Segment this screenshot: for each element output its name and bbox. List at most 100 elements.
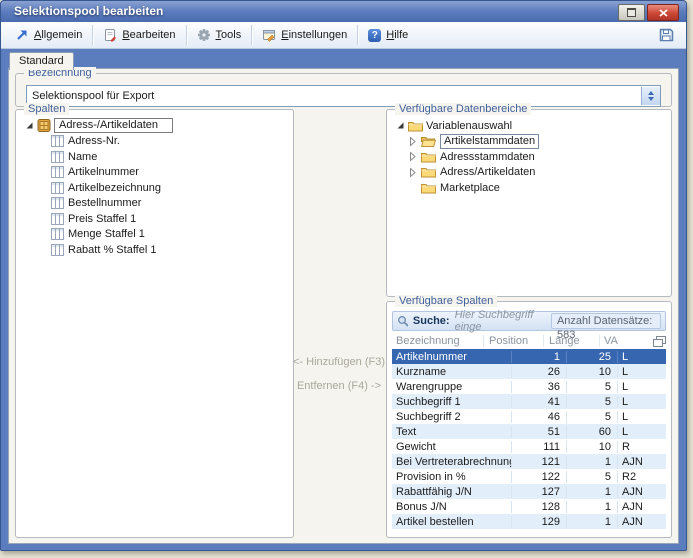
table-row[interactable]: Bonus J/N1281AJN — [392, 499, 666, 514]
transfer-controls: <- Hinzufügen (F3) Entfernen (F4) -> — [292, 356, 386, 392]
folder-open-icon — [421, 135, 436, 147]
menu-label: Hilfe — [386, 29, 408, 41]
table-row[interactable]: Suchbegriff 1415L — [392, 394, 666, 409]
add-button[interactable]: <- Hinzufügen (F3) — [292, 356, 386, 368]
cell-va: L — [618, 426, 666, 438]
tree-item[interactable]: Adress/Artikeldaten — [389, 165, 669, 181]
tree-item[interactable]: Artikelnummer — [18, 165, 291, 181]
menu-einstellungen[interactable]: Einstellungen — [253, 24, 356, 46]
save-button[interactable] — [652, 27, 681, 43]
arrow-up-right-icon — [15, 28, 29, 42]
edit-icon — [103, 28, 117, 42]
table-row[interactable]: Bei Vertreterabrechnung berücksichtige12… — [392, 454, 666, 469]
settings-icon — [262, 28, 276, 42]
cell-laenge: 25 — [567, 351, 618, 363]
cell-bezeichnung: Bei Vertreterabrechnung berücksichtige — [392, 456, 512, 468]
tree-root-label[interactable]: Variablenauswahl — [426, 120, 512, 132]
tree-root-node[interactable]: Variablenauswahl — [389, 118, 669, 134]
combobox-dropdown-button[interactable] — [641, 87, 660, 105]
tree-item[interactable]: Artikelbezeichnung — [18, 180, 291, 196]
menu-label: Bearbeiten — [122, 29, 175, 41]
expander-expanded-icon[interactable] — [396, 121, 405, 130]
menu-hilfe[interactable]: ? Hilfe — [359, 24, 417, 46]
window-controls — [618, 4, 679, 21]
cell-bezeichnung: Artikel bestellen — [392, 516, 512, 528]
cell-position: 121 — [512, 456, 567, 468]
search-icon — [397, 315, 408, 328]
table-row[interactable]: Text5160L — [392, 424, 666, 439]
menu-tools[interactable]: Tools — [188, 24, 251, 46]
folder-icon — [408, 120, 423, 132]
client-area: Standard Bezeichnung Selektionspool für … — [1, 48, 686, 550]
column-header-va[interactable]: VA — [600, 335, 648, 347]
cell-bezeichnung: Gewicht — [392, 441, 512, 453]
table-row[interactable]: Artikelnummer125L — [392, 349, 666, 364]
expander-collapsed-icon[interactable] — [408, 168, 417, 177]
tree-item[interactable]: Artikelstammdaten — [389, 134, 669, 150]
cell-laenge: 1 — [567, 516, 618, 528]
tree-item[interactable]: Adressstammdaten — [389, 149, 669, 165]
bezeichnung-combobox[interactable]: Selektionspool für Export — [26, 85, 661, 107]
tree-item[interactable]: Rabatt % Staffel 1 — [18, 242, 291, 258]
cell-position: 36 — [512, 381, 567, 393]
menu-label: Tools — [216, 29, 242, 41]
search-input[interactable]: Hier Suchbegriff einge — [455, 309, 546, 333]
table-row[interactable]: Provision in %1225R2 — [392, 469, 666, 484]
record-count: Anzahl Datensätze: 583 — [551, 313, 661, 329]
group-bezeichnung: Bezeichnung Selektionspool für Export — [15, 73, 672, 107]
tree-item[interactable]: Name — [18, 149, 291, 165]
table-row[interactable]: Rabattfähig J/N1271AJN — [392, 484, 666, 499]
remove-button[interactable]: Entfernen (F4) -> — [292, 380, 386, 392]
cell-bezeichnung: Suchbegriff 1 — [392, 396, 512, 408]
columns-icon — [51, 166, 64, 178]
table-row[interactable]: Warengruppe365L — [392, 379, 666, 394]
menu-bearbeiten[interactable]: Bearbeiten — [94, 24, 184, 46]
tree-item[interactable]: Menge Staffel 1 — [18, 227, 291, 243]
table-row[interactable]: Artikel bestellen1291AJN — [392, 514, 666, 529]
tree-root-node[interactable]: Adress-/Artikeldaten — [18, 118, 291, 134]
restore-button[interactable] — [618, 4, 645, 21]
close-button[interactable] — [647, 4, 679, 21]
menu-allgemein[interactable]: Allgemein — [6, 24, 91, 46]
tab-page: Bezeichnung Selektionspool für Export Sp… — [8, 68, 679, 544]
tree-item-label: Adressstammdaten — [440, 151, 535, 163]
toolbar-separator — [357, 25, 358, 45]
table-row[interactable]: Gewicht11110R — [392, 439, 666, 454]
search-bar[interactable]: Suche: Hier Suchbegriff einge Anzahl Dat… — [392, 311, 666, 331]
expander-collapsed-icon[interactable] — [408, 152, 417, 161]
column-chooser-icon[interactable] — [648, 336, 666, 347]
tree-item-label: Preis Staffel 1 — [68, 213, 136, 225]
cell-laenge: 5 — [567, 411, 618, 423]
cell-bezeichnung: Kurzname — [392, 366, 512, 378]
tree-item[interactable]: Preis Staffel 1 — [18, 211, 291, 227]
cell-bezeichnung: Text — [392, 426, 512, 438]
tab-standard[interactable]: Standard — [9, 52, 74, 70]
cell-laenge: 5 — [567, 471, 618, 483]
columns-icon — [51, 213, 64, 225]
expander-collapsed-icon[interactable] — [408, 137, 417, 146]
cell-va: AJN — [618, 486, 666, 498]
tree-item[interactable]: Marketplace — [389, 180, 669, 196]
tree-item[interactable]: Adress-Nr. — [18, 134, 291, 150]
cell-va: L — [618, 381, 666, 393]
cell-position: 1 — [512, 351, 567, 363]
column-header-bezeichnung[interactable]: Bezeichnung — [392, 335, 484, 347]
combobox-value: Selektionspool für Export — [27, 90, 641, 102]
group-verfuegbare-spalten: Verfügbare Spalten Suche: Hier Suchbegri… — [386, 301, 672, 538]
tree-root-label[interactable]: Adress-/Artikeldaten — [54, 118, 173, 133]
table-row[interactable]: Kurzname2610L — [392, 364, 666, 379]
expander-expanded-icon[interactable] — [25, 121, 34, 130]
toolbar-separator — [251, 25, 252, 45]
column-header-laenge[interactable]: Länge — [544, 335, 600, 347]
table-row[interactable]: Suchbegriff 2465L — [392, 409, 666, 424]
spalten-tree-children: Adress-Nr.NameArtikelnummerArtikelbezeic… — [18, 134, 291, 258]
cell-va: AJN — [618, 456, 666, 468]
grid-body: Artikelnummer125LKurzname2610LWarengrupp… — [392, 349, 666, 529]
group-spalten: Spalten Adress-/Artikeldaten Adress-Nr.N… — [15, 109, 294, 538]
columns-icon — [51, 228, 64, 240]
column-header-position[interactable]: Position — [484, 335, 544, 347]
cell-bezeichnung: Provision in % — [392, 471, 512, 483]
tree-item[interactable]: Bestellnummer — [18, 196, 291, 212]
cell-va: L — [618, 366, 666, 378]
titlebar[interactable]: Selektionspool bearbeiten — [1, 1, 686, 22]
